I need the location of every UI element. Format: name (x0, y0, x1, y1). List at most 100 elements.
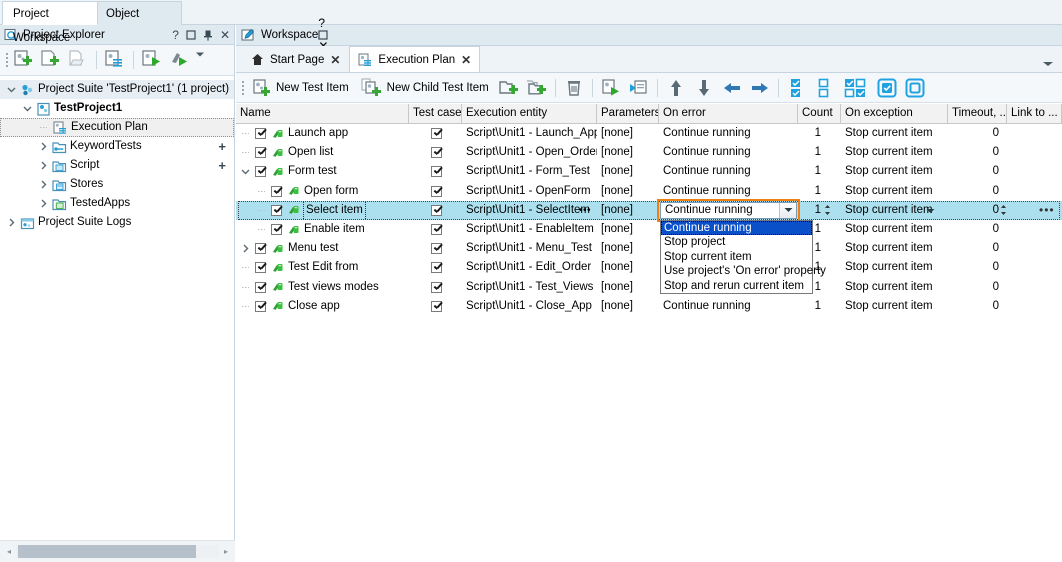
run-test-icon[interactable] (167, 48, 191, 72)
row-enabled-checkbox[interactable] (271, 186, 282, 197)
cell-on_exception[interactable]: Stop current item (841, 297, 948, 316)
add-item-icon[interactable]: + (218, 142, 226, 152)
cell-timeout[interactable]: 0 (948, 143, 1007, 162)
chevron-right-icon[interactable] (37, 137, 50, 156)
cell-name[interactable]: Select item (236, 201, 409, 220)
cell-on_exception[interactable]: Stop current item (841, 258, 948, 277)
cell-count[interactable]: 1 (798, 297, 841, 316)
cell-name[interactable]: Open list (236, 143, 409, 162)
move-up-icon[interactable] (663, 75, 689, 101)
column-header-parameters[interactable]: Parameters (597, 104, 659, 123)
table-row[interactable]: Open listScript\Unit1 - Open_Order...[no… (236, 143, 1062, 162)
move-right-icon[interactable] (747, 75, 773, 101)
column-header-count[interactable]: Count (798, 104, 841, 123)
column-header-timeout[interactable]: Timeout, ... (948, 104, 1007, 123)
run-selected-icon[interactable] (598, 75, 624, 101)
tree-item-keywordtests[interactable]: KeywordTests+ (0, 137, 234, 156)
toolbar-grip[interactable] (4, 52, 9, 68)
row-enabled-checkbox[interactable] (255, 147, 266, 158)
run-project-icon[interactable] (140, 48, 164, 72)
chevron-down-icon[interactable] (21, 99, 34, 118)
cell-parameters[interactable]: [none] (597, 182, 659, 201)
table-row[interactable]: Close appScript\Unit1 - Close_App[none]C… (236, 297, 1062, 316)
cell-test-case[interactable] (409, 239, 462, 258)
cell-parameters[interactable]: [none] (597, 258, 659, 277)
table-row[interactable]: Enable itemScript\Unit1 - EnableItem[non… (236, 220, 1062, 239)
tree-item-project-suite-testproject1-1-project[interactable]: Project Suite 'TestProject1' (1 project) (0, 80, 234, 99)
grid-body[interactable]: Launch appScript\Unit1 - Launch_App[none… (236, 124, 1062, 562)
new-project-suite-icon[interactable] (12, 48, 36, 72)
row-enabled-checkbox[interactable] (255, 166, 266, 177)
help-icon[interactable]: ? (172, 29, 179, 41)
scroll-right-arrow[interactable]: ▸ (219, 547, 233, 556)
cell-test-case[interactable] (409, 297, 462, 316)
cell-timeout[interactable]: 0 (948, 278, 1007, 297)
table-row[interactable]: Form testScript\Unit1 - Form_Test[none]C… (236, 162, 1062, 181)
chevron-right-icon[interactable] (37, 156, 50, 175)
table-row[interactable]: Launch appScript\Unit1 - Launch_App[none… (236, 124, 1062, 143)
row-enabled-checkbox[interactable] (255, 243, 266, 254)
on-exception-chevron-down-icon[interactable] (926, 201, 935, 220)
cell-timeout[interactable]: 0 (948, 182, 1007, 201)
row-enabled-checkbox[interactable] (255, 262, 266, 273)
table-row[interactable]: Test Edit fromScript\Unit1 - Edit_Order[… (236, 258, 1062, 277)
new-test-item-button[interactable]: New Test Item (247, 75, 354, 101)
scroll-track[interactable] (16, 545, 219, 558)
column-header-on_exception[interactable]: On exception (841, 104, 948, 123)
column-header-link[interactable]: Link to ... (1007, 104, 1062, 123)
move-left-icon[interactable] (719, 75, 745, 101)
cell-name[interactable]: Launch app (236, 124, 409, 143)
cell-test-case[interactable] (409, 201, 462, 220)
run-dropdown-icon[interactable] (194, 48, 208, 72)
cell-count[interactable]: 1 (798, 162, 841, 181)
test-case-checkbox[interactable] (431, 166, 442, 177)
cell-on_error[interactable]: Continue running (659, 182, 798, 201)
cell-entity[interactable]: Script\Unit1 - Edit_Order (462, 258, 597, 277)
chevron-right-icon[interactable] (5, 213, 18, 232)
cell-test-case[interactable] (409, 124, 462, 143)
disable-item-icon[interactable] (902, 75, 928, 101)
project-tree[interactable]: Project Suite 'TestProject1' (1 project)… (0, 77, 234, 540)
cell-parameters[interactable]: [none] (597, 143, 659, 162)
on-error-combobox[interactable]: Continue running (660, 202, 797, 219)
cell-entity[interactable]: Script\Unit1 - Menu_Test (462, 239, 597, 258)
cell-parameters[interactable]: [none] (597, 162, 659, 181)
dropdown-option[interactable]: Continue running (661, 221, 812, 235)
link-to-ellipsis-button[interactable]: ••• (1039, 201, 1055, 220)
tab-start-page[interactable]: Start Page ✕ (242, 46, 349, 72)
cell-parameters[interactable]: [none] (597, 220, 659, 239)
execution-plan-icon[interactable] (103, 48, 127, 72)
test-case-checkbox[interactable] (431, 186, 442, 197)
test-case-checkbox[interactable] (431, 205, 442, 216)
cell-entity[interactable]: Script\Unit1 - Close_App (462, 297, 597, 316)
cell-entity[interactable]: Script\Unit1 - SelectItem (462, 201, 597, 220)
maximize-icon[interactable] (186, 30, 196, 40)
test-case-checkbox[interactable] (431, 224, 442, 235)
scroll-left-arrow[interactable]: ◂ (2, 547, 16, 556)
cell-timeout[interactable]: 0 (948, 297, 1007, 316)
open-project-icon[interactable] (66, 48, 90, 72)
cell-timeout[interactable]: 0 (948, 258, 1007, 277)
cell-test-case[interactable] (409, 162, 462, 181)
cell-name[interactable]: Enable item (236, 220, 409, 239)
uncheck-all-icon[interactable] (812, 75, 838, 101)
cell-entity[interactable]: Script\Unit1 - Form_Test (462, 162, 597, 181)
cell-on_error[interactable]: Continue running (659, 124, 798, 143)
tab-project-workspace[interactable]: Project Workspace (2, 1, 98, 25)
delete-icon[interactable] (561, 75, 587, 101)
column-header-test_case[interactable]: Test case (409, 104, 462, 123)
cell-timeout[interactable]: 0 (948, 201, 1007, 220)
cell-test-case[interactable] (409, 258, 462, 277)
chevron-down-icon[interactable] (779, 203, 796, 218)
on-error-dropdown-list[interactable]: Continue runningStop projectStop current… (660, 220, 813, 294)
cell-count[interactable]: 1 (798, 143, 841, 162)
tree-item-testedapps[interactable]: TestedApps (0, 194, 234, 213)
close-icon[interactable]: ✕ (330, 53, 340, 67)
cell-on_error[interactable]: Continue running (659, 162, 798, 181)
close-icon[interactable]: ✕ (220, 29, 230, 41)
dropdown-option[interactable]: Use project's 'On error' property (661, 264, 812, 278)
cell-name[interactable]: Open form (236, 182, 409, 201)
cell-entity[interactable]: Script\Unit1 - Test_Views (462, 278, 597, 297)
test-case-checkbox[interactable] (431, 147, 442, 158)
cell-count[interactable]: 1 (798, 201, 841, 220)
